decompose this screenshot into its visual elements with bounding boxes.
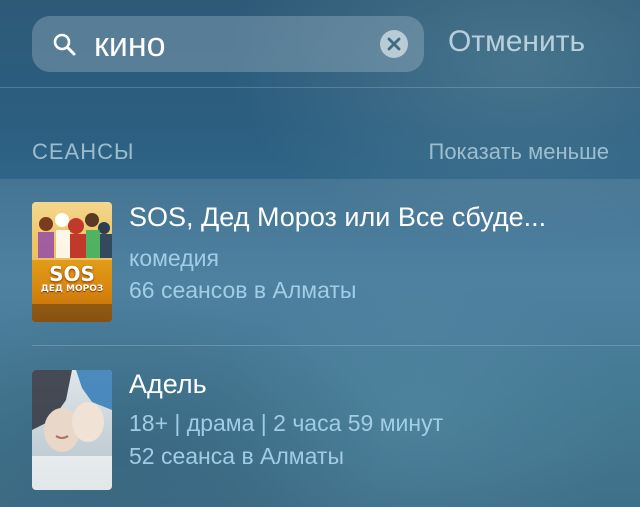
result-sessions: 66 сеансов в Алматы: [129, 277, 357, 303]
search-field[interactable]: кино: [32, 16, 424, 72]
clear-icon[interactable]: [380, 30, 408, 58]
section-title: СЕАНСЫ: [32, 139, 135, 164]
result-item-adele[interactable]: Адель 18+ | драма | 2 часа 59 минут 52 с…: [0, 346, 640, 507]
result-details: 18+ | драма | 2 часа 59 минут: [129, 410, 444, 436]
movie-poster: [32, 370, 112, 490]
result-title: SOS, Дед Мороз или Все сбуде...: [129, 202, 547, 232]
poster-title: SOS: [49, 262, 95, 286]
movie-poster: SOS ДЕД МОРОЗ: [32, 202, 112, 322]
header-divider: [0, 87, 640, 88]
result-sessions: 52 сеанса в Алматы: [129, 443, 344, 469]
show-less-button[interactable]: Показать меньше: [429, 138, 610, 166]
result-genre: комедия: [129, 245, 219, 271]
result-title: Адель: [129, 369, 207, 399]
results-list: SOS ДЕД МОРОЗ SOS, Дед Мороз или Все сбу…: [0, 179, 640, 507]
cancel-button[interactable]: Отменить: [448, 24, 585, 60]
result-item-sos[interactable]: SOS ДЕД МОРОЗ SOS, Дед Мороз или Все сбу…: [0, 179, 640, 345]
search-icon: [53, 33, 76, 56]
search-input[interactable]: кино: [94, 28, 166, 62]
poster-subtitle: ДЕД МОРОЗ: [40, 284, 104, 294]
poster-artwork: [32, 370, 112, 490]
